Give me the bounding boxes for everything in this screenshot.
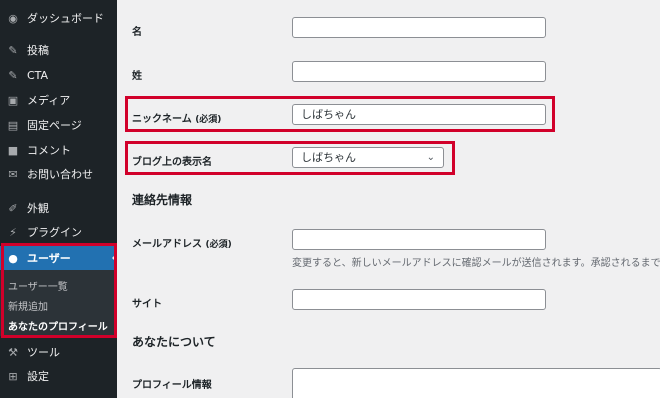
pin-icon: ✎ <box>8 68 18 82</box>
sidebar-item-label: プラグイン <box>27 226 82 239</box>
sidebar-item-appearance[interactable]: ✐ 外観 <box>0 196 117 220</box>
highlight-box-display-name <box>125 141 455 175</box>
settings-icon: ⊞ <box>8 369 18 383</box>
highlight-box-nickname <box>125 96 555 132</box>
sidebar-item-label: 固定ページ <box>27 119 82 132</box>
sidebar-item-label: 投稿 <box>27 44 49 57</box>
required-marker: (必須) <box>205 240 232 250</box>
brush-icon: ✐ <box>8 201 18 215</box>
pin-icon: ✎ <box>8 43 18 57</box>
email-description: 変更すると、新しいメールアドレスに確認メールが送信されます。承認されるまで <box>292 258 660 269</box>
sidebar-item-pages[interactable]: ▤ 固定ページ <box>0 113 117 137</box>
sidebar-item-label: ダッシュボード <box>27 12 104 25</box>
sidebar-item-label: 外観 <box>27 202 49 215</box>
first-name-label: 名 <box>132 27 142 38</box>
sidebar-item-label: CTA <box>27 68 49 82</box>
sidebar-item-settings[interactable]: ⊞ 設定 <box>0 364 117 388</box>
first-name-input[interactable] <box>292 17 546 38</box>
email-input[interactable] <box>292 229 546 250</box>
sidebar-item-label: 設定 <box>27 370 49 383</box>
contact-section-heading: 連絡先情報 <box>132 193 193 207</box>
website-label: サイト <box>132 299 162 310</box>
sidebar-item-cta[interactable]: ✎ CTA <box>0 63 117 87</box>
last-name-input[interactable] <box>292 61 546 82</box>
email-label: メールアドレス (必須) <box>132 235 232 250</box>
sidebar-item-posts[interactable]: ✎ 投稿 <box>0 38 117 62</box>
plugin-icon: ⚡ <box>9 225 17 239</box>
mail-icon: ✉ <box>8 167 18 181</box>
sidebar-item-contact[interactable]: ✉ お問い合わせ <box>0 162 117 186</box>
sidebar-item-tools[interactable]: ⚒ ツール <box>0 340 117 364</box>
profile-form: 名 姓 ニックネーム (必須) しばちゃん ブログ上の表示名 しばちゃん ⌄ 連… <box>117 0 660 398</box>
sidebar-item-comments[interactable]: ■ コメント <box>0 138 117 162</box>
website-input[interactable] <box>292 289 546 310</box>
highlight-box-users-menu <box>1 243 117 338</box>
sidebar-item-dashboard[interactable]: ◉ ダッシュボード <box>0 6 117 30</box>
about-section-heading: あなたについて <box>132 335 216 349</box>
sidebar-item-label: お問い合わせ <box>27 168 93 181</box>
sidebar-item-label: ツール <box>27 346 60 359</box>
media-icon: ▣ <box>7 93 19 107</box>
comment-icon: ■ <box>7 143 19 157</box>
sidebar-item-plugins[interactable]: ⚡ プラグイン <box>0 220 117 244</box>
sidebar-item-media[interactable]: ▣ メディア <box>0 88 117 112</box>
page-icon: ▤ <box>7 118 19 132</box>
admin-sidebar: ◉ ダッシュボード ✎ 投稿 ✎ CTA ▣ メディア ▤ 固定ページ ■ コメ… <box>0 0 117 398</box>
sidebar-item-label: コメント <box>27 144 71 157</box>
dashboard-icon: ◉ <box>8 11 18 25</box>
email-label-text: メールアドレス <box>132 239 202 250</box>
wrench-icon: ⚒ <box>8 345 18 359</box>
last-name-label: 姓 <box>132 71 142 82</box>
bio-textarea[interactable] <box>292 368 660 398</box>
bio-label: プロフィール情報 <box>132 380 212 391</box>
sidebar-item-label: メディア <box>27 94 71 107</box>
